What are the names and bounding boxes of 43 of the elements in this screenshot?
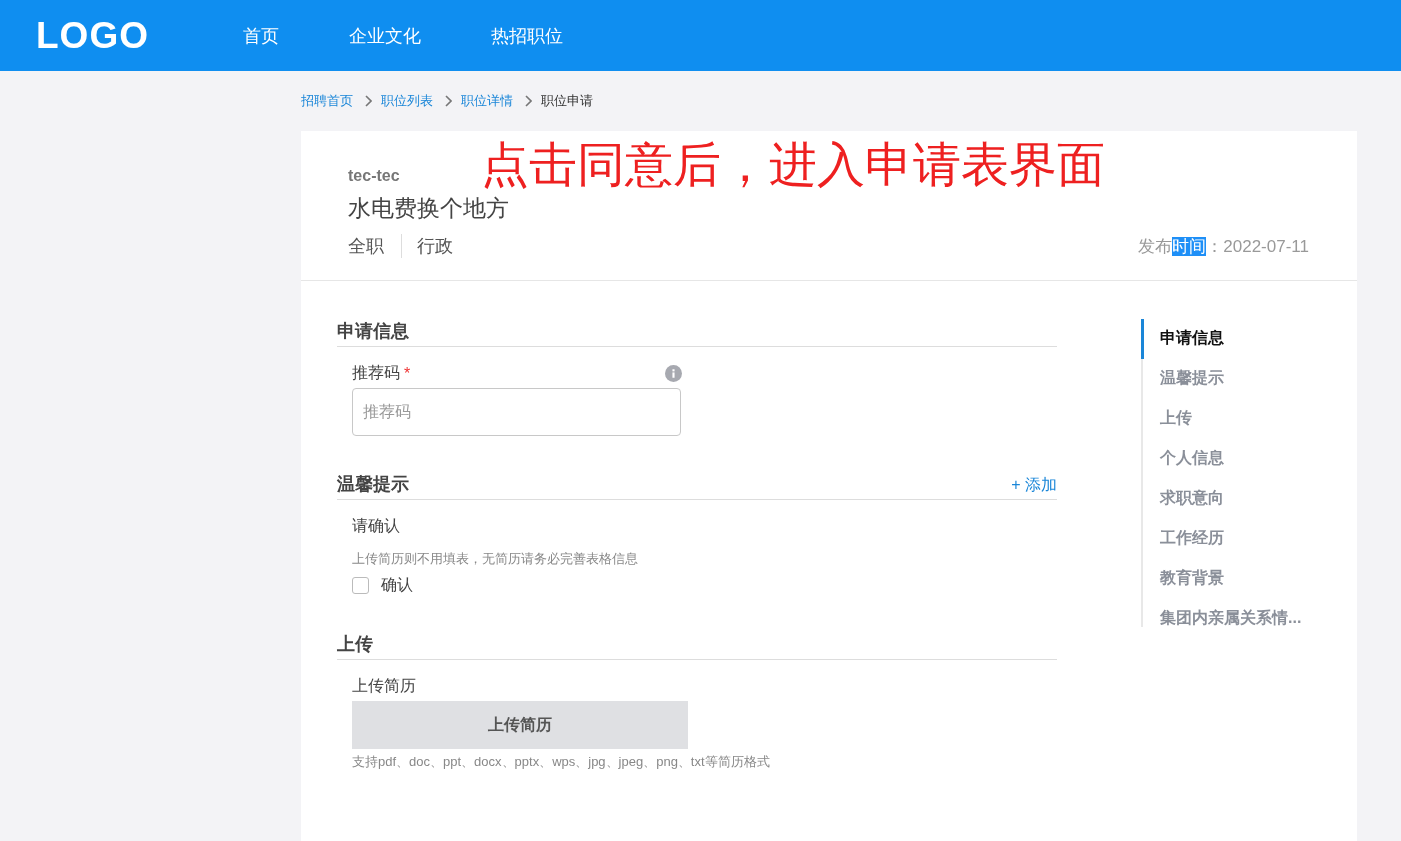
job-tag: 全职 bbox=[348, 234, 384, 258]
nav-link[interactable]: 企业文化 bbox=[348, 23, 421, 48]
section-title: 上传 bbox=[337, 633, 373, 656]
anchor-link[interactable]: 上传 bbox=[1141, 399, 1302, 439]
publish-label: ： bbox=[1206, 237, 1224, 256]
anchor-link[interactable]: 申请信息 bbox=[1141, 319, 1302, 359]
required-mark: * bbox=[404, 364, 411, 383]
anchor-link[interactable]: 求职意向 bbox=[1141, 479, 1302, 519]
nav-link[interactable]: 首页 bbox=[242, 23, 279, 48]
company-name: tec-tec bbox=[348, 167, 401, 185]
chevron-right-icon bbox=[444, 95, 452, 107]
checkbox-label[interactable]: 确认 bbox=[381, 575, 413, 596]
chevron-right-icon bbox=[524, 95, 532, 107]
publish-label: 时间 bbox=[1172, 237, 1207, 256]
breadcrumb-link[interactable]: 职位申请 bbox=[541, 92, 593, 110]
annotation-text: 点击同意后，进入申请表界面 bbox=[481, 137, 1105, 193]
section-title: 温馨提示 bbox=[337, 473, 409, 496]
upload-button[interactable]: 上传简历 bbox=[352, 701, 688, 749]
field-label: 推荐码 bbox=[352, 363, 400, 383]
job-tag: 行政 bbox=[417, 234, 453, 258]
input-field[interactable]: 推荐码 bbox=[352, 388, 681, 436]
checkbox[interactable] bbox=[352, 577, 369, 594]
job-title: 水电费换个地方 bbox=[348, 194, 509, 223]
anchor-link[interactable]: 温馨提示 bbox=[1141, 359, 1302, 399]
logo[interactable]: LOGO bbox=[36, 14, 149, 57]
anchor-link[interactable]: 教育背景 bbox=[1141, 559, 1302, 599]
publish-label: 发布 bbox=[1138, 237, 1173, 256]
breadcrumb-link[interactable]: 职位详情 bbox=[461, 92, 513, 110]
field-label: 请确认 bbox=[352, 516, 401, 536]
anchor-link[interactable]: 工作经历 bbox=[1141, 519, 1302, 559]
anchor-link[interactable]: 集团内亲属关系情... bbox=[1141, 599, 1302, 639]
hint-text: 支持pdf、doc、ppt、docx、pptx、wps、jpg、jpeg、png、txt等简历格式 bbox=[352, 753, 771, 771]
chevron-right-icon bbox=[364, 95, 372, 107]
anchor-link[interactable]: 个人信息 bbox=[1141, 439, 1302, 479]
info-icon[interactable] bbox=[665, 365, 682, 382]
breadcrumb-link[interactable]: 职位列表 bbox=[381, 92, 433, 110]
nav-link[interactable]: 热招职位 bbox=[490, 23, 563, 48]
add-link[interactable]: + 添加 bbox=[1011, 475, 1057, 496]
breadcrumb-link[interactable]: 招聘首页 bbox=[301, 92, 353, 110]
field-label: 上传简历 bbox=[352, 676, 417, 696]
publish-date: 2022-07-11 bbox=[1223, 237, 1309, 256]
hint-text: 上传简历则不用填表，无简历请务必完善表格信息 bbox=[352, 550, 639, 568]
section-title: 申请信息 bbox=[337, 320, 409, 343]
